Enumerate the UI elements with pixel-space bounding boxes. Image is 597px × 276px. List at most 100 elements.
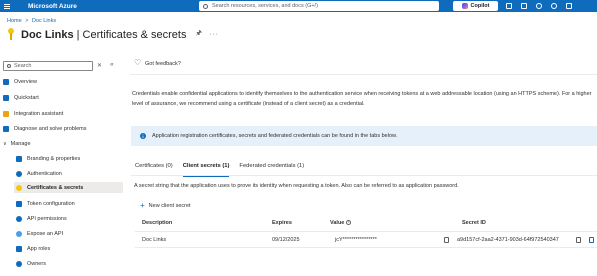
page-header: Doc Links | Certificates & secrets 🖈 ···	[7, 28, 219, 41]
sidebar-item-certificates-secrets[interactable]: Certificates & secrets	[14, 182, 123, 193]
sidebar-item-label: Diagnose and solve problems	[14, 125, 87, 132]
row-divider	[135, 247, 597, 248]
tab-client-secrets[interactable]: Client secrets (1)	[182, 163, 230, 177]
secret-value: jcY****************	[335, 237, 377, 243]
sidebar-item-label: Branding & properties	[27, 155, 81, 162]
search-icon	[7, 64, 11, 68]
sidebar-item-api-permissions[interactable]: API permissions	[16, 213, 123, 224]
authentication-icon	[16, 170, 22, 177]
token-icon	[16, 200, 22, 207]
new-client-secret-label: New client secret	[148, 203, 191, 209]
sidebar-item-label: Token configuration	[27, 200, 75, 207]
feedback-label: Got feedback?	[145, 61, 181, 67]
menu-icon[interactable]	[0, 0, 14, 12]
breadcrumb-current[interactable]: Doc Links	[32, 18, 56, 24]
sidebar-item-expose-api[interactable]: Expose an API	[16, 228, 123, 239]
column-header-expires: Expires	[272, 220, 292, 226]
more-options-icon[interactable]: ···	[209, 31, 219, 38]
table-header: Description Expires Value i Secret ID	[135, 218, 597, 228]
sidebar-item-owners[interactable]: Owners	[16, 258, 123, 269]
sidebar-item-integration-assistant[interactable]: Integration assistant	[3, 108, 123, 119]
new-client-secret-button[interactable]: + New client secret	[140, 201, 191, 210]
column-header-value: Value i	[330, 220, 352, 226]
sidebar-group-manage[interactable]: ∨ Manage	[3, 138, 123, 149]
info-icon[interactable]: i	[346, 220, 352, 226]
collapse-sidebar-icon[interactable]: «	[110, 61, 114, 68]
sidebar-item-label: Manage	[10, 140, 31, 147]
sidebar-item-label: Quickstart	[14, 94, 39, 101]
feedback-button[interactable]: Got feedback?	[134, 58, 181, 67]
plus-icon: +	[140, 201, 145, 210]
sidebar-search-input[interactable]: Search	[3, 61, 93, 71]
delete-icon[interactable]	[589, 237, 594, 243]
column-header-secret-id: Secret ID	[462, 220, 486, 226]
sidebar-item-label: Integration assistant	[14, 110, 64, 117]
help-icon[interactable]	[551, 3, 557, 9]
settings-icon[interactable]	[536, 3, 542, 9]
info-icon: i	[140, 133, 146, 139]
tab-label: Certificates (0)	[135, 163, 173, 169]
page-title-name: Doc Links	[21, 28, 74, 41]
sidebar-item-label: Certificates & secrets	[27, 184, 84, 191]
secret-id: a9d157cf-2aa2-4371-903d-64f972540347	[457, 237, 559, 243]
rocket-icon	[3, 110, 9, 117]
api-permissions-icon	[16, 215, 22, 222]
quickstart-icon	[3, 94, 9, 101]
key-icon	[7, 28, 15, 41]
global-search-input[interactable]: Search resources, services, and docs (G+…	[199, 1, 439, 11]
brand-title[interactable]: Microsoft Azure	[28, 3, 77, 10]
column-header-description: Description	[142, 220, 173, 226]
credential-tabs: Certificates (0) Client secrets (1) Fede…	[135, 163, 314, 177]
sidebar-item-label: App roles	[27, 245, 51, 252]
tab-certificates[interactable]: Certificates (0)	[135, 163, 173, 174]
page-title-section: | Certificates & secrets	[73, 28, 187, 41]
sidebar-item-overview[interactable]: Overview	[3, 76, 123, 87]
tab-divider	[131, 175, 597, 176]
cloud-icon	[16, 230, 22, 237]
overview-icon	[3, 78, 9, 85]
sidebar-search-placeholder: Search	[14, 63, 32, 69]
owners-icon	[16, 260, 22, 267]
sidebar-item-branding[interactable]: Branding & properties	[16, 153, 123, 164]
branding-icon	[16, 155, 22, 162]
header-divider	[135, 231, 597, 232]
divider	[130, 74, 597, 75]
tab-federated-credentials[interactable]: Federated credentials (1)	[239, 163, 304, 174]
breadcrumb-separator: >	[25, 18, 29, 24]
breadcrumb-home[interactable]: Home	[7, 18, 22, 24]
tab-label: Client secrets (1)	[182, 163, 230, 169]
copy-secret-id-icon[interactable]	[576, 237, 581, 243]
sidebar-item-label: Authentication	[27, 170, 62, 177]
clear-search-icon[interactable]: ✕	[97, 62, 102, 69]
table-row: Doc Links 09/12/2025 jcY****************…	[135, 234, 597, 246]
info-banner-text: Application registration certificates, s…	[152, 133, 398, 139]
key-icon	[16, 184, 22, 191]
sidebar-item-diagnose[interactable]: Diagnose and solve problems	[3, 123, 123, 134]
sidebar-item-authentication[interactable]: Authentication	[16, 168, 123, 179]
copy-value-icon[interactable]	[444, 237, 449, 243]
sidebar-item-quickstart[interactable]: Quickstart	[3, 92, 123, 103]
app-roles-icon	[16, 245, 22, 252]
wrench-icon	[3, 125, 9, 132]
pin-icon[interactable]: 🖈	[195, 29, 201, 40]
copilot-label: Copilot	[470, 3, 490, 9]
sidebar-item-app-roles[interactable]: App roles	[16, 243, 123, 254]
copilot-button[interactable]: Copilot	[453, 1, 498, 11]
secrets-description: A secret string that the application use…	[134, 183, 459, 189]
credentials-description: Credentials enable confidential applicat…	[132, 91, 592, 107]
tab-label: Federated credentials (1)	[239, 163, 305, 169]
column-header-value-label: Value	[330, 220, 345, 226]
sidebar-item-token-configuration[interactable]: Token configuration	[16, 198, 123, 209]
top-bar: Microsoft Azure Search resources, servic…	[0, 0, 597, 12]
heart-icon	[134, 58, 141, 67]
global-search-placeholder: Search resources, services, and docs (G+…	[212, 3, 318, 9]
breadcrumb: Home > Doc Links	[7, 18, 56, 24]
terminal-icon[interactable]	[506, 3, 512, 9]
info-banner: i Application registration certificates,…	[131, 126, 597, 146]
copilot-icon	[461, 3, 468, 9]
sidebar-item-label: Overview	[14, 78, 37, 85]
sidebar-item-label: API permissions	[27, 215, 67, 222]
chevron-down-icon: ∨	[3, 140, 7, 147]
feedback-icon[interactable]	[566, 3, 572, 9]
notifications-icon[interactable]	[521, 3, 527, 9]
